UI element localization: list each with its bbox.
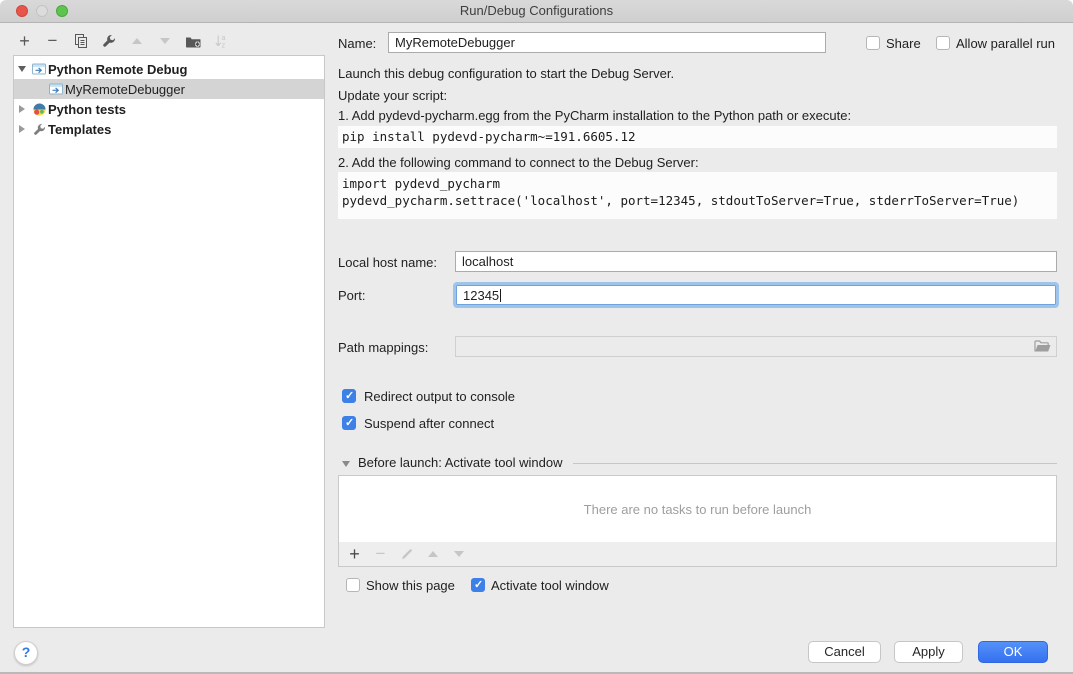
chevron-expanded-icon[interactable] [14,66,30,72]
svg-text:z: z [221,43,225,49]
section-divider [573,463,1057,464]
templates-wrench-icon [30,123,48,136]
show-this-page-label: Show this page [366,578,455,594]
configurations-tree: Python Remote Debug MyRemoteDebugger Pyt… [13,55,325,628]
tree-item-myremotedebugger[interactable]: MyRemoteDebugger [14,79,324,99]
tree-item-python-remote-debug[interactable]: Python Remote Debug [14,59,324,79]
tree-item-templates[interactable]: Templates [14,119,324,139]
before-launch-toolbar [338,542,1057,567]
title-bar: Run/Debug Configurations [0,0,1073,23]
ok-button[interactable]: OK [978,641,1048,663]
port-input[interactable]: 12345 [456,285,1056,305]
path-mappings-label: Path mappings: [338,340,428,356]
copy-configuration-icon[interactable] [71,32,90,50]
redirect-output-checkbox[interactable] [342,389,356,403]
suspend-after-connect-checkbox[interactable] [342,416,356,430]
chevron-collapsed-icon[interactable] [14,105,30,113]
remove-task-icon [373,545,388,563]
move-task-down-icon [451,545,466,563]
suspend-after-connect-label: Suspend after connect [364,416,494,432]
help-icon: ? [22,644,31,660]
edit-task-icon [399,545,414,563]
sort-configurations-icon: az [211,32,230,50]
help-button[interactable]: ? [14,641,38,665]
empty-tasks-text: There are no tasks to run before launch [584,502,812,517]
python-tests-icon [30,103,48,116]
apply-button[interactable]: Apply [894,641,963,663]
remove-configuration-icon[interactable] [43,32,62,50]
edit-templates-wrench-icon[interactable] [99,32,118,50]
svg-text:a: a [221,35,225,42]
configurations-toolbar: az [15,31,230,51]
before-launch-title: Before launch: Activate tool window [358,455,563,470]
tree-item-label: Python tests [48,102,126,117]
before-launch-task-list[interactable]: There are no tasks to run before launch [338,475,1057,543]
move-down-icon [155,32,174,50]
tree-item-label: Templates [48,122,111,137]
chevron-collapsed-icon[interactable] [14,125,30,133]
port-label: Port: [338,288,365,304]
share-label: Share [886,36,921,52]
path-mappings-input[interactable] [455,336,1057,357]
add-task-icon[interactable] [347,545,362,563]
move-task-up-icon [425,545,440,563]
activate-tool-window-checkbox[interactable] [471,578,485,592]
tree-item-label: Python Remote Debug [48,62,187,77]
allow-parallel-run-label: Allow parallel run [956,36,1055,52]
new-folder-icon[interactable] [183,32,202,50]
cancel-button[interactable]: Cancel [808,641,881,663]
step-2-text: 2. Add the following command to connect … [338,155,699,171]
tree-item-label: MyRemoteDebugger [65,82,185,97]
run-configuration-icon [30,63,48,75]
description-line-2: Update your script: [338,88,447,104]
run-debug-configurations-dialog: Run/Debug Configurations az Python Remot… [0,0,1073,674]
step-1-text: 1. Add pydevd-pycharm.egg from the PyCha… [338,108,851,124]
share-checkbox[interactable] [866,36,880,50]
pip-install-code: pip install pydevd-pycharm~=191.6605.12 [338,126,1057,148]
add-configuration-icon[interactable] [15,32,34,50]
local-host-name-input[interactable]: localhost [455,251,1057,272]
browse-folder-icon[interactable] [1034,340,1051,356]
run-configuration-icon [47,83,65,95]
show-this-page-checkbox[interactable] [346,578,360,592]
before-launch-header[interactable]: Before launch: Activate tool window [338,455,1057,470]
redirect-output-label: Redirect output to console [364,389,515,405]
activate-tool-window-label: Activate tool window [491,578,609,594]
tree-item-python-tests[interactable]: Python tests [14,99,324,119]
move-up-icon [127,32,146,50]
window-title: Run/Debug Configurations [0,3,1073,18]
collapse-section-icon[interactable] [342,461,350,467]
local-host-name-label: Local host name: [338,255,437,271]
description-line-1: Launch this debug configuration to start… [338,66,674,82]
name-input[interactable]: MyRemoteDebugger [388,32,826,53]
name-label: Name: [338,36,376,52]
text-cursor [500,289,501,302]
allow-parallel-run-checkbox[interactable] [936,36,950,50]
settrace-code: import pydevd_pycharmpydevd_pycharm.sett… [338,172,1057,219]
